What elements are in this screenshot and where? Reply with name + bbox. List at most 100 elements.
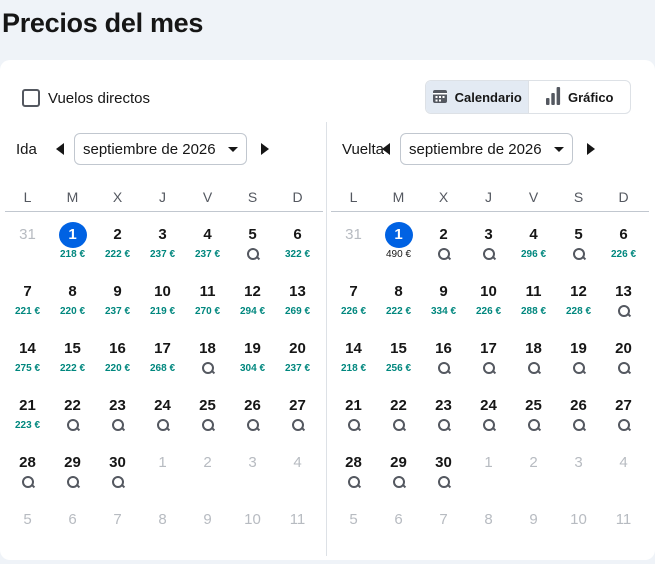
calendar-day[interactable]: 13 269 € bbox=[275, 279, 320, 336]
calendar-day[interactable]: 25 bbox=[511, 393, 556, 450]
calendar-day[interactable]: 12 228 € bbox=[556, 279, 601, 336]
calendar-day: 5 bbox=[5, 507, 50, 564]
outbound-next-month-icon[interactable] bbox=[260, 143, 269, 155]
calendar-day[interactable]: 9 334 € bbox=[421, 279, 466, 336]
calendar-day[interactable]: 22 bbox=[50, 393, 95, 450]
calendar-day[interactable]: 2 222 € bbox=[95, 222, 140, 279]
calendar-day[interactable]: 28 bbox=[331, 450, 376, 507]
day-price: 268 € bbox=[149, 363, 176, 374]
direct-flights-checkbox[interactable] bbox=[22, 89, 40, 107]
chart-view-label: Gráfico bbox=[567, 89, 614, 105]
outbound-month-value: septiembre de 2026 bbox=[83, 140, 216, 158]
calendar-view-button[interactable]: Calendario bbox=[426, 81, 529, 113]
day-number: 27 bbox=[289, 397, 306, 414]
calendar-day[interactable]: 9 237 € bbox=[95, 279, 140, 336]
calendar-day[interactable]: 20 bbox=[601, 336, 646, 393]
calendar-day[interactable]: 27 bbox=[275, 393, 320, 450]
calendar-day[interactable]: 3 237 € bbox=[140, 222, 185, 279]
weekday-label: L bbox=[23, 189, 32, 205]
calendar-day[interactable]: 2 bbox=[421, 222, 466, 279]
calendar-day[interactable]: 22 bbox=[376, 393, 421, 450]
calendar-day[interactable]: 26 bbox=[556, 393, 601, 450]
calendar-day[interactable]: 30 bbox=[95, 450, 140, 507]
calendar-day[interactable]: 24 bbox=[466, 393, 511, 450]
calendar-day[interactable]: 4 296 € bbox=[511, 222, 556, 279]
calendar-day[interactable]: 11 270 € bbox=[185, 279, 230, 336]
calendar-day[interactable]: 19 bbox=[556, 336, 601, 393]
calendar-day[interactable]: 17 bbox=[466, 336, 511, 393]
calendar-day[interactable]: 21 bbox=[331, 393, 376, 450]
outbound-month-select[interactable]: septiembre de 2026 bbox=[74, 133, 247, 165]
day-number: 8 bbox=[68, 283, 77, 300]
calendar-day[interactable]: 14 218 € bbox=[331, 336, 376, 393]
view-toggle: Calendario Gráfico bbox=[425, 80, 631, 114]
day-number: 10 bbox=[480, 283, 497, 300]
day-price: 226 € bbox=[475, 306, 502, 317]
calendar-day[interactable]: 4 237 € bbox=[185, 222, 230, 279]
weekday-label: D bbox=[618, 189, 629, 205]
calendar-day[interactable]: 1 218 € bbox=[50, 222, 95, 279]
search-icon bbox=[527, 419, 541, 433]
day-price: 237 € bbox=[104, 306, 131, 317]
calendar-day[interactable]: 12 294 € bbox=[230, 279, 275, 336]
day-number: 10 bbox=[154, 283, 171, 300]
chart-view-button[interactable]: Gráfico bbox=[529, 81, 631, 113]
outbound-day-grid: 31 1 218 €2 222 €3 237 €4 237 €5 6 322 €7 221 €8… bbox=[5, 222, 323, 564]
calendar-day[interactable]: 11 288 € bbox=[511, 279, 556, 336]
direct-flights-filter[interactable]: Vuelos directos bbox=[22, 89, 150, 107]
calendar-day[interactable]: 6 226 € bbox=[601, 222, 646, 279]
calendar-day[interactable]: 30 bbox=[421, 450, 466, 507]
calendar-day[interactable]: 29 bbox=[50, 450, 95, 507]
outbound-prev-month-icon[interactable] bbox=[56, 143, 64, 155]
calendar-day[interactable]: 26 bbox=[230, 393, 275, 450]
calendar-day[interactable]: 5 bbox=[230, 222, 275, 279]
day-price: 218 € bbox=[340, 363, 367, 374]
return-month-select[interactable]: septiembre de 2026 bbox=[400, 133, 573, 165]
search-icon bbox=[66, 419, 80, 433]
calendar-day[interactable]: 10 219 € bbox=[140, 279, 185, 336]
return-prev-month-icon[interactable] bbox=[382, 143, 390, 155]
search-icon bbox=[572, 362, 586, 376]
day-number: 31 bbox=[19, 226, 36, 243]
day-number: 3 bbox=[484, 226, 493, 243]
calendar-day[interactable]: 18 bbox=[185, 336, 230, 393]
calendar-day[interactable]: 13 bbox=[601, 279, 646, 336]
calendar-day[interactable]: 23 bbox=[95, 393, 140, 450]
calendar-day[interactable]: 17 268 € bbox=[140, 336, 185, 393]
day-number: 5 bbox=[248, 226, 257, 243]
calendar-day[interactable]: 24 bbox=[140, 393, 185, 450]
search-icon bbox=[392, 419, 406, 433]
calendar-day[interactable]: 3 bbox=[466, 222, 511, 279]
calendar-day[interactable]: 6 322 € bbox=[275, 222, 320, 279]
calendar-day[interactable]: 10 226 € bbox=[466, 279, 511, 336]
calendar-day[interactable]: 15 256 € bbox=[376, 336, 421, 393]
day-price: 270 € bbox=[194, 306, 221, 317]
calendar-day[interactable]: 20 237 € bbox=[275, 336, 320, 393]
calendar-day[interactable]: 28 bbox=[5, 450, 50, 507]
calendar-day[interactable]: 7 221 € bbox=[5, 279, 50, 336]
calendar-day[interactable]: 18 bbox=[511, 336, 556, 393]
day-price: 222 € bbox=[385, 306, 412, 317]
calendar-day[interactable]: 19 304 € bbox=[230, 336, 275, 393]
chevron-down-icon bbox=[553, 146, 564, 152]
day-price: 223 € bbox=[14, 420, 41, 431]
calendar-day[interactable]: 21 223 € bbox=[5, 393, 50, 450]
day-price: 226 € bbox=[610, 249, 637, 260]
search-icon bbox=[482, 362, 496, 376]
calendar-day[interactable]: 14 275 € bbox=[5, 336, 50, 393]
calendar-day[interactable]: 29 bbox=[376, 450, 421, 507]
calendar-day[interactable]: 5 bbox=[556, 222, 601, 279]
calendar-day[interactable]: 7 226 € bbox=[331, 279, 376, 336]
calendar-day[interactable]: 8 222 € bbox=[376, 279, 421, 336]
calendar-day[interactable]: 25 bbox=[185, 393, 230, 450]
day-price: 256 € bbox=[385, 363, 412, 374]
return-next-month-icon[interactable] bbox=[586, 143, 595, 155]
calendar-day[interactable]: 8 220 € bbox=[50, 279, 95, 336]
calendar-day[interactable]: 16 bbox=[421, 336, 466, 393]
calendar-day[interactable]: 15 222 € bbox=[50, 336, 95, 393]
return-day-grid: 31 1 490 €2 3 4 296 €5 6 226 €7 226 €8 222 €9 334 … bbox=[331, 222, 649, 564]
calendar-day[interactable]: 27 bbox=[601, 393, 646, 450]
calendar-day[interactable]: 16 220 € bbox=[95, 336, 140, 393]
calendar-day[interactable]: 1 490 € bbox=[376, 222, 421, 279]
calendar-day[interactable]: 23 bbox=[421, 393, 466, 450]
